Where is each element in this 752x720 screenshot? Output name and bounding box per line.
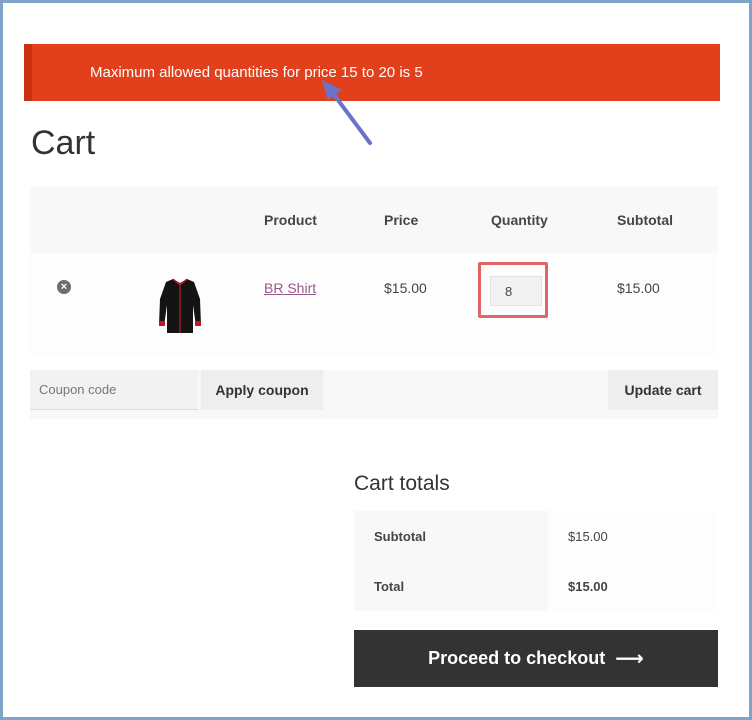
apply-coupon-button[interactable]: Apply coupon <box>201 370 323 410</box>
totals-row-total: Total $15.00 <box>354 561 718 611</box>
column-header-subtotal: Subtotal <box>617 212 673 228</box>
annotation-arrow-icon <box>322 80 372 145</box>
proceed-to-checkout-button[interactable]: Proceed to checkout ⟶ <box>354 630 718 687</box>
product-thumbnail[interactable] <box>156 275 204 335</box>
cart-table-header: Product Price Quantity Subtotal <box>30 186 718 253</box>
coupon-code-input[interactable] <box>30 370 198 410</box>
product-subtotal: $15.00 <box>617 280 660 296</box>
total-label: Total <box>354 561 548 611</box>
column-header-quantity: Quantity <box>491 212 548 228</box>
cart-actions: Apply coupon Update cart <box>30 370 718 419</box>
close-circle-icon[interactable]: × <box>57 280 71 294</box>
cart-totals-title: Cart totals <box>354 472 450 495</box>
cart-item-row: × BR Shirt $15.00 $15.00 <box>30 253 718 356</box>
arrow-right-icon: ⟶ <box>615 648 644 670</box>
product-link[interactable]: BR Shirt <box>264 280 316 296</box>
total-value: $15.00 <box>548 561 718 611</box>
product-price: $15.00 <box>384 280 427 296</box>
column-header-product: Product <box>264 212 317 228</box>
subtotal-value: $15.00 <box>548 511 718 561</box>
page-title: Cart <box>31 124 96 162</box>
quantity-input[interactable] <box>490 276 542 306</box>
cart-totals-table: Subtotal $15.00 Total $15.00 <box>354 511 718 611</box>
cart-table: Product Price Quantity Subtotal × BR Shi… <box>30 186 718 356</box>
checkout-button-label: Proceed to checkout <box>428 648 606 668</box>
totals-row-subtotal: Subtotal $15.00 <box>354 511 718 561</box>
column-header-price: Price <box>384 212 419 228</box>
subtotal-label: Subtotal <box>354 511 548 561</box>
update-cart-button[interactable]: Update cart <box>608 370 718 410</box>
